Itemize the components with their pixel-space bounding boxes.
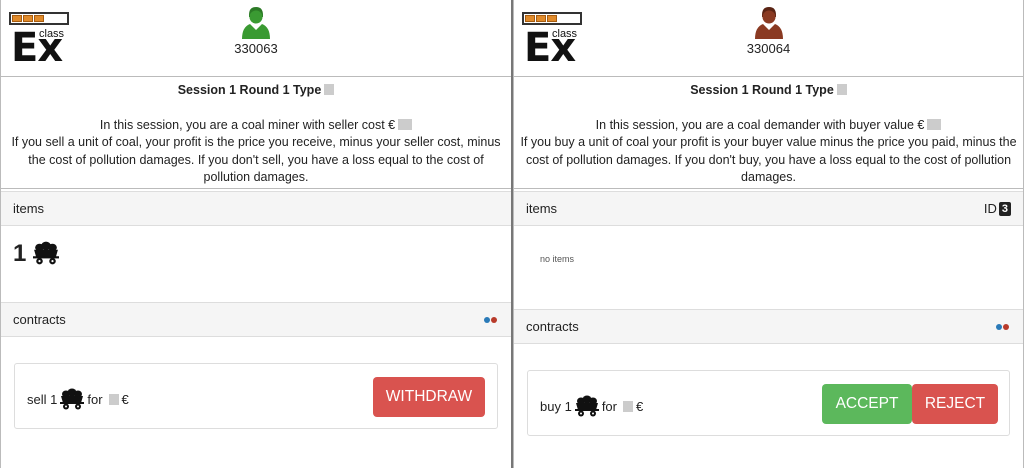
- coal-cart-icon: [575, 395, 599, 417]
- instructions: If you buy a unit of coal your profit is…: [520, 135, 1017, 184]
- withdraw-button[interactable]: WITHDRAW: [373, 377, 485, 417]
- session-title: Session 1 Round 1 Type: [520, 82, 1017, 100]
- contracts-panel-header: contracts: [514, 309, 1023, 344]
- items-panel-header: items: [1, 191, 511, 226]
- redacted-value: [927, 118, 942, 130]
- id-badge: 3: [998, 202, 1011, 216]
- logo-progress-bar: [9, 12, 69, 25]
- classex-logo: Ex class: [9, 10, 69, 68]
- session-info: Session 1 Round 1 Type In this session, …: [1, 78, 511, 189]
- classex-logo: Ex class: [522, 10, 582, 68]
- items-panel: no items: [514, 226, 1023, 292]
- user-id: 330064: [746, 41, 791, 56]
- instructions: If you sell a unit of coal, your profit …: [11, 135, 501, 184]
- accept-button[interactable]: ACCEPT: [822, 384, 912, 424]
- items-panel: 1: [1, 226, 511, 284]
- header: Ex class 330063: [1, 0, 511, 77]
- status-dots: [996, 324, 1009, 330]
- seller-pane: Ex class 330063 Session 1 Round 1 Type I…: [0, 0, 512, 468]
- contracts-panel: sell 1 for € WITHDRAW: [1, 337, 511, 468]
- no-items-text: no items: [540, 254, 575, 264]
- item-count: 1: [13, 240, 59, 268]
- redacted-value: [398, 118, 413, 130]
- items-panel-header: items ID 3: [514, 191, 1023, 226]
- contract-row: buy 1 for € ACCEPT REJECT: [527, 370, 1010, 436]
- session-title: Session 1 Round 1 Type: [7, 82, 505, 100]
- coal-cart-icon: [60, 388, 84, 410]
- redacted-type: [324, 84, 335, 95]
- reject-button[interactable]: REJECT: [912, 384, 998, 424]
- offer-text: sell 1 for €: [27, 388, 129, 410]
- redacted-price: [622, 400, 633, 412]
- offer-text: buy 1 for €: [540, 395, 643, 417]
- session-info: Session 1 Round 1 Type In this session, …: [514, 78, 1023, 189]
- contracts-panel-header: contracts: [1, 302, 511, 337]
- coal-cart-icon: [33, 241, 59, 265]
- redacted-price: [108, 393, 119, 405]
- contract-row: sell 1 for € WITHDRAW: [14, 363, 498, 429]
- user-id: 330063: [234, 41, 278, 56]
- logo-subtext: class: [552, 28, 578, 40]
- logo-subtext: class: [39, 28, 65, 40]
- status-dots: [484, 317, 497, 323]
- header: Ex class 330064: [514, 0, 1023, 77]
- role-line: In this session, you are a coal miner wi…: [7, 117, 505, 135]
- redacted-type: [836, 84, 847, 95]
- id-indicator: ID 3: [984, 192, 1011, 226]
- buyer-pane: Ex class 330064 Session 1 Round 1 Type I…: [513, 0, 1024, 468]
- user-avatar-icon: [754, 7, 783, 39]
- contracts-panel: buy 1 for € ACCEPT REJECT: [514, 344, 1023, 468]
- logo-progress-bar: [522, 12, 582, 25]
- user-avatar-icon: [242, 7, 270, 39]
- role-line: In this session, you are a coal demander…: [520, 117, 1017, 135]
